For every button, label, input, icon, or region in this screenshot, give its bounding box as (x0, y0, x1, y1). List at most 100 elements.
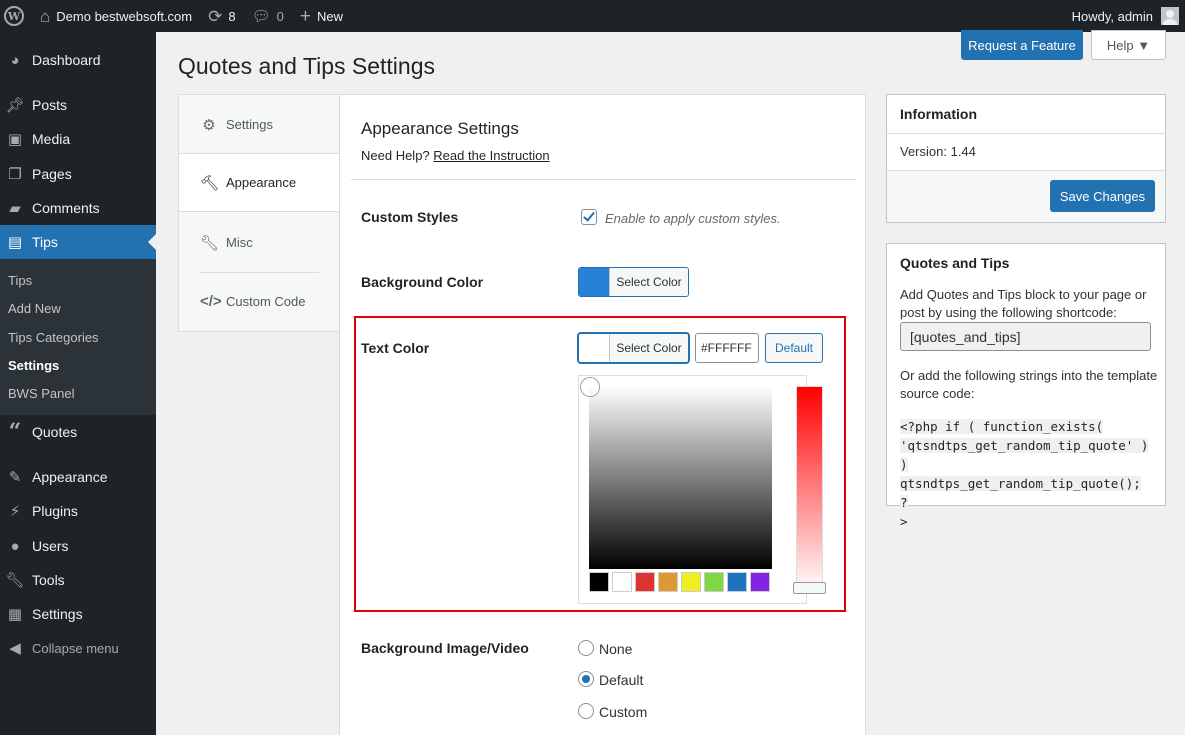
background-color-button[interactable]: Select Color (578, 267, 689, 297)
code-line: qtsndtps_get_random_tip_quote(); ? (900, 476, 1141, 510)
tab-misc[interactable]: 🔧︎ Misc (179, 213, 341, 272)
custom-styles-label: Custom Styles (361, 209, 459, 225)
home-icon: ⌂ (40, 6, 51, 26)
sidebar-item-appearance[interactable]: ✎ Appearance (0, 460, 156, 494)
my-account-menu[interactable]: Howdy, admin (1072, 7, 1185, 25)
template-code: <?php if ( function_exists( 'qtsndtps_ge… (900, 417, 1155, 531)
palette-swatch[interactable] (681, 572, 701, 592)
checkmark-icon (583, 209, 595, 222)
submenu-item-bws-panel[interactable]: BWS Panel (8, 386, 74, 401)
radio-none-label: None (599, 641, 633, 657)
sidebar-item-plugins[interactable]: ⚡︎ Plugins (0, 494, 156, 528)
palette-swatch[interactable] (704, 572, 724, 592)
sidebar-item-label: Pages (32, 166, 72, 182)
comments-count: 0 (276, 8, 284, 24)
palette-swatch[interactable] (658, 572, 678, 592)
radio-custom[interactable] (578, 703, 594, 719)
tab-label: Appearance (226, 175, 297, 190)
hue-slider[interactable] (796, 386, 823, 594)
collapse-menu-label: Collapse menu (32, 640, 119, 656)
palette-swatch[interactable] (635, 572, 655, 592)
sidebar-item-quotes[interactable]: “ Quotes (0, 415, 156, 449)
comments-menu[interactable]: 💬︎ 0 (244, 0, 292, 32)
color-picker-handle[interactable] (581, 378, 599, 396)
code-line: > (900, 514, 908, 529)
admin-sidebar: ◕ Dashboard 📌︎ Posts ▣ Media ❐ Pages ▰ C… (0, 32, 156, 735)
site-name-menu[interactable]: ⌂ Demo bestwebsoft.com (32, 0, 200, 32)
sidebar-item-comments[interactable]: ▰ Comments (0, 191, 156, 225)
tips-icon: ▤ (7, 234, 23, 251)
submenu-item-tips[interactable]: Tips (8, 273, 32, 288)
saturation-area[interactable] (589, 386, 772, 569)
sidebar-item-tips[interactable]: ▤ Tips (0, 225, 156, 259)
save-changes-button[interactable]: Save Changes (1050, 180, 1155, 212)
plug-icon: ⚡︎ (9, 503, 21, 520)
new-content-menu[interactable]: + New (292, 0, 351, 32)
user-icon: ● (10, 537, 20, 555)
help-prefix: Need Help? (361, 148, 430, 163)
dashboard-icon: ◕ (10, 51, 20, 69)
request-feature-button[interactable]: Request a Feature (961, 30, 1083, 60)
sidebar-item-label: Plugins (32, 503, 78, 519)
admin-bar: W ⌂ Demo bestwebsoft.com ⟳ 8 💬︎ 0 + New … (0, 0, 1185, 32)
code-line: <?php if ( function_exists( (900, 419, 1104, 434)
select-color-label: Select Color (610, 268, 688, 296)
custom-styles-checkbox[interactable] (581, 209, 597, 225)
wp-logo-menu[interactable]: W (0, 0, 32, 32)
brush-icon: ✎ (8, 469, 22, 486)
comment-icon: ▰ (9, 200, 21, 217)
sidebar-item-dashboard[interactable]: ◕ Dashboard (0, 43, 156, 77)
instruction-link[interactable]: Read the Instruction (433, 148, 549, 163)
submenu-item-add-new[interactable]: Add New (8, 301, 61, 316)
palette-swatch[interactable] (727, 572, 747, 592)
tab-label: Misc (226, 235, 253, 250)
updates-count: 8 (228, 8, 236, 24)
sidebar-item-label: Dashboard (32, 52, 101, 68)
tab-appearance[interactable]: 🔨︎ Appearance (179, 153, 342, 212)
background-color-swatch (579, 268, 610, 296)
updates-menu[interactable]: ⟳ 8 (200, 0, 243, 32)
shortcode-field[interactable]: [quotes_and_tips] (900, 322, 1151, 351)
palette-swatch[interactable] (612, 572, 632, 592)
sidebar-item-users[interactable]: ● Users (0, 529, 156, 563)
tab-label: Custom Code (226, 294, 306, 309)
sidebar-item-settings[interactable]: ▦ Settings (0, 597, 156, 631)
color-picker (578, 375, 826, 604)
hammer-icon: 🔨︎ (200, 174, 220, 192)
tab-custom-code[interactable]: </> Custom Code (179, 272, 341, 331)
hue-slider-handle[interactable] (793, 582, 826, 594)
wrench-icon: 🔧︎ (200, 234, 220, 252)
sidebar-item-posts[interactable]: 📌︎ Posts (0, 88, 156, 122)
sidebar-item-pages[interactable]: ❐ Pages (0, 157, 156, 191)
wrench-icon: 🔧︎ (5, 572, 25, 589)
wordpress-icon: W (4, 6, 24, 26)
custom-styles-description: Enable to apply custom styles. (605, 211, 781, 226)
collapse-icon: ◀ (9, 640, 21, 657)
tips-submenu: Tips Add New Tips Categories Settings BW… (0, 259, 156, 415)
version-text: Version: 1.44 (900, 144, 976, 159)
information-title: Information (900, 106, 977, 122)
color-palette (589, 572, 770, 592)
information-box: Information Version: 1.44 Save Changes (886, 94, 1166, 223)
radio-default[interactable] (578, 671, 594, 687)
media-icon: ▣ (7, 131, 23, 148)
sidebar-item-label: Comments (32, 200, 100, 216)
code-line: 'qtsndtps_get_random_tip_quote' ) ) (900, 438, 1149, 472)
site-name: Demo bestwebsoft.com (56, 8, 193, 24)
tab-settings[interactable]: ⚙ Settings (179, 95, 341, 154)
shortcode-box-title: Quotes and Tips (900, 255, 1010, 271)
radio-none[interactable] (578, 640, 594, 656)
shortcode-instructions: Add Quotes and Tips block to your page o… (900, 287, 1147, 320)
submenu-item-tips-categories[interactable]: Tips Categories (8, 330, 99, 345)
info-divider (887, 133, 1165, 134)
quote-icon: “ (8, 419, 22, 445)
submenu-item-settings[interactable]: Settings (8, 358, 59, 373)
palette-swatch[interactable] (750, 572, 770, 592)
palette-swatch[interactable] (589, 572, 609, 592)
plus-icon: + (299, 5, 311, 27)
sidebar-item-tools[interactable]: 🔧︎ Tools (0, 563, 156, 597)
collapse-menu-button[interactable]: ◀ Collapse menu (0, 631, 156, 665)
avatar (1161, 7, 1179, 25)
help-tab-button[interactable]: Help ▼ (1091, 30, 1166, 60)
sidebar-item-media[interactable]: ▣ Media (0, 122, 156, 156)
